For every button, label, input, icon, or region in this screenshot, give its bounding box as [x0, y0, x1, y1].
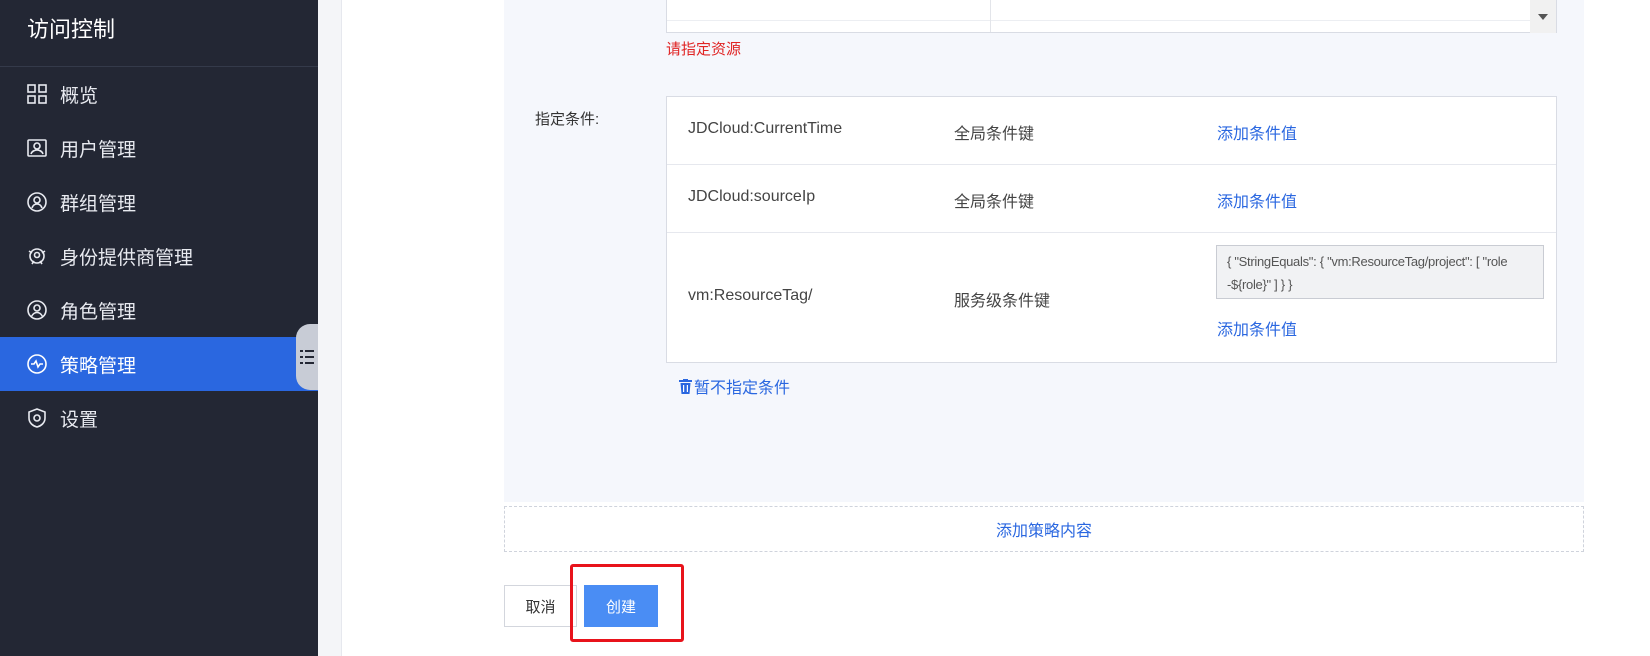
condition-key: JDCloud:CurrentTime	[688, 120, 843, 137]
sidebar-collapse-handle[interactable]	[296, 324, 318, 390]
sidebar-item-label: 用户管理	[60, 139, 137, 161]
sidebar-title: 访问控制	[0, 0, 318, 67]
condition-value-line: -${role}" ] } }	[1227, 277, 1293, 292]
policy-icon	[26, 353, 48, 375]
resource-error-message: 请指定资源	[666, 41, 742, 58]
group-icon	[26, 191, 48, 213]
condition-table: JDCloud:CurrentTime 全局条件键 添加条件值 JDCloud:…	[666, 96, 1557, 363]
condition-label: 指定条件:	[535, 111, 600, 128]
sidebar-item-policies[interactable]: 策略管理	[0, 337, 318, 391]
sidebar-item-label: 概览	[60, 85, 99, 107]
sidebar: 访问控制 概览 用户管理 群组管理 身份提供商管理 角色管理 策略管理 设置	[0, 0, 318, 656]
add-condition-value-link[interactable]: 添加条件值	[1217, 188, 1297, 212]
table-row: JDCloud:sourceIp 全局条件键 添加条件值	[667, 165, 1556, 233]
sidebar-item-settings[interactable]: 设置	[0, 391, 318, 445]
sidebar-item-users[interactable]: 用户管理	[0, 121, 318, 175]
cancel-button[interactable]: 取消	[504, 585, 577, 627]
remove-condition-label: 暂不指定条件	[694, 380, 791, 397]
sidebar-item-label: 身份提供商管理	[60, 247, 194, 269]
add-condition-value-link[interactable]: 添加条件值	[1217, 120, 1297, 144]
identity-provider-icon	[26, 245, 48, 267]
add-condition-value-link[interactable]: 添加条件值	[1217, 316, 1297, 340]
sidebar-nav: 概览 用户管理 群组管理 身份提供商管理 角色管理 策略管理 设置	[0, 67, 318, 445]
trash-icon	[679, 378, 692, 394]
sidebar-item-label: 群组管理	[60, 193, 137, 215]
table-row: vm:ResourceTag/ 服务级条件键 { "StringEquals":…	[667, 233, 1556, 363]
table-divider	[667, 20, 1556, 21]
content-gutter	[318, 0, 342, 656]
add-policy-content-button[interactable]: 添加策略内容	[504, 506, 1584, 552]
user-card-icon	[26, 137, 48, 159]
caret-down-icon	[1538, 13, 1548, 20]
condition-key: vm:ResourceTag/	[688, 287, 813, 304]
table-row: JDCloud:CurrentTime 全局条件键 添加条件值	[667, 97, 1556, 165]
settings-shield-icon	[26, 407, 48, 429]
sidebar-item-groups[interactable]: 群组管理	[0, 175, 318, 229]
sidebar-item-overview[interactable]: 概览	[0, 67, 318, 121]
sidebar-item-identity-providers[interactable]: 身份提供商管理	[0, 229, 318, 283]
condition-type: 服务级条件键	[954, 293, 1051, 310]
sidebar-item-label: 角色管理	[60, 301, 137, 323]
create-button[interactable]: 创建	[584, 585, 658, 627]
menu-collapse-icon	[300, 350, 314, 364]
condition-type: 全局条件键	[954, 194, 1035, 211]
remove-condition-link[interactable]: 暂不指定条件	[679, 374, 790, 398]
condition-key: JDCloud:sourceIp	[688, 188, 816, 205]
role-icon	[26, 299, 48, 321]
grid-icon	[26, 83, 48, 105]
sidebar-item-label: 策略管理	[60, 355, 137, 377]
condition-value-line: { "StringEquals": { "vm:ResourceTag/proj…	[1227, 254, 1508, 269]
resource-table	[666, 0, 1557, 33]
condition-type: 全局条件键	[954, 126, 1035, 143]
scroll-down-button[interactable]	[1530, 0, 1556, 33]
column-divider	[990, 0, 991, 32]
sidebar-item-label: 设置	[60, 409, 99, 431]
sidebar-item-roles[interactable]: 角色管理	[0, 283, 318, 337]
condition-value-box[interactable]: { "StringEquals": { "vm:ResourceTag/proj…	[1216, 245, 1544, 299]
